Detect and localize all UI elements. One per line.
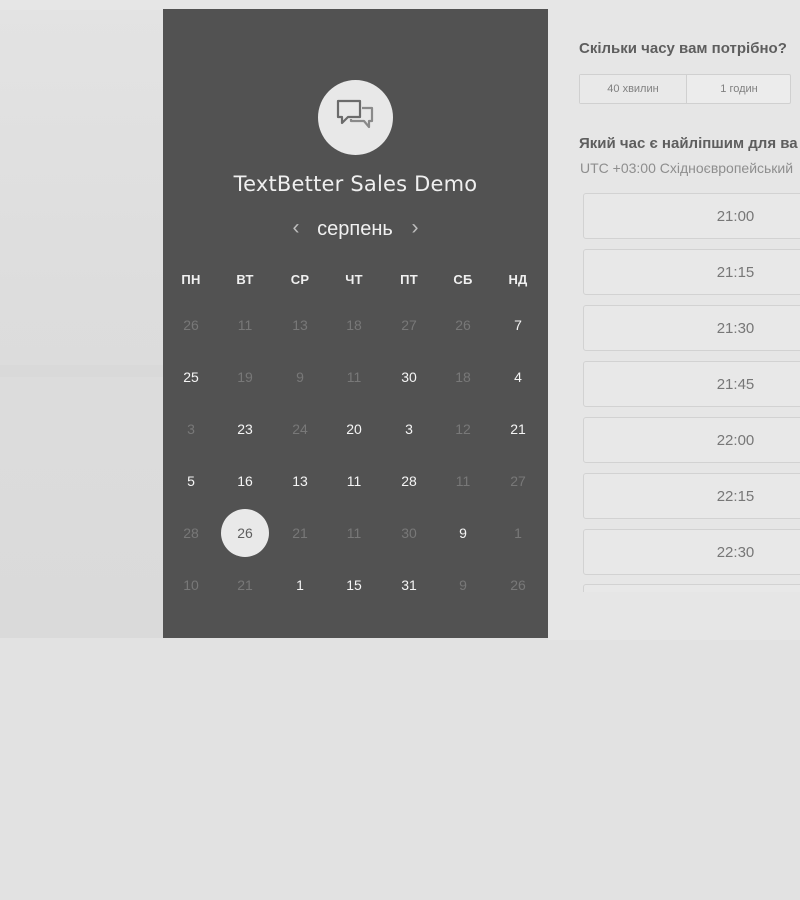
calendar-day: 27 <box>510 473 526 489</box>
calendar-day: 30 <box>401 525 417 541</box>
weekday-label: ПН <box>181 272 201 287</box>
calendar-day: 11 <box>455 473 471 489</box>
time-slot-list[interactable]: 21:00 21:15 21:30 21:45 22:00 22:15 22:3… <box>583 193 800 592</box>
time-slot-label: 22:00 <box>716 432 755 449</box>
current-month: серпень <box>317 218 393 240</box>
calendar-day-available[interactable]: 3 <box>384 404 434 454</box>
calendar-day-available[interactable]: 4 <box>493 352 543 402</box>
calendar-day: 24 <box>292 421 308 437</box>
duration-option-40-minutes[interactable]: 40 хвилин <box>580 75 687 103</box>
calendar-day: 21 <box>237 577 253 593</box>
calendar-day-available[interactable]: 11 <box>329 456 379 506</box>
calendar-day-available[interactable]: 13 <box>275 456 325 506</box>
duration-question: Скільки часу вам потрібно? <box>579 40 787 57</box>
calendar-day: 21 <box>292 525 308 541</box>
calendar-day-available[interactable]: 30 <box>384 352 434 402</box>
time-slot-button[interactable]: 22:00 <box>583 417 800 463</box>
page-lower-background <box>0 638 800 900</box>
calendar-day-available[interactable]: 23 <box>220 404 270 454</box>
calendar-day-available[interactable]: 21 <box>493 404 543 454</box>
chevron-right-icon[interactable]: › <box>405 215 425 243</box>
calendar-day-available[interactable]: 31 <box>384 560 434 610</box>
calendar-day: 26 <box>510 577 526 593</box>
calendar-day: 12 <box>455 421 471 437</box>
time-slot-label: 21:45 <box>716 376 755 393</box>
calendar-day: 13 <box>292 317 308 333</box>
time-slot-label: 21:30 <box>716 320 755 337</box>
weekday-label: ВТ <box>236 272 254 287</box>
calendar-day: 11 <box>346 525 362 541</box>
time-slot-button[interactable]: 21:45 <box>583 361 800 407</box>
weekday-header: ПН ВТ СР ЧТ ПТ СБ НД <box>166 272 549 292</box>
left-background <box>0 10 163 638</box>
calendar-day: 26 <box>183 317 199 333</box>
time-question: Який час є найліпшим для ва <box>579 135 798 152</box>
calendar-day: 19 <box>237 369 253 385</box>
duration-selector: 40 хвилин 1 годин <box>579 74 791 104</box>
time-slot-button[interactable]: 21:30 <box>583 305 800 351</box>
month-navigation: ‹ серпень › <box>163 215 548 243</box>
calendar-day-available[interactable]: 1 <box>275 560 325 610</box>
time-slot-button[interactable]: 21:15 <box>583 249 800 295</box>
duration-option-1-hour[interactable]: 1 годин <box>687 75 791 103</box>
calendar-day: 10 <box>183 577 199 593</box>
calendar-day: 9 <box>459 577 467 593</box>
chevron-left-icon[interactable]: ‹ <box>286 215 306 243</box>
time-slot-button-partial[interactable] <box>583 584 800 592</box>
left-divider <box>0 365 163 377</box>
calendar-day-available[interactable]: 7 <box>493 300 543 350</box>
weekday-label: СР <box>290 272 310 287</box>
calendar-day-selected[interactable]: 26 <box>221 509 269 557</box>
time-slot-label: 22:30 <box>716 544 755 561</box>
weekday-label: ЧТ <box>345 272 363 287</box>
calendar-day-available[interactable]: 25 <box>166 352 216 402</box>
time-slot-label: 22:15 <box>716 488 755 505</box>
calendar-day-available[interactable]: 9 <box>438 508 488 558</box>
booking-title: TextBetter Sales Demo <box>233 172 478 196</box>
weekday-label: НД <box>508 272 528 287</box>
calendar-day: 11 <box>237 317 253 333</box>
time-slot-label: 21:00 <box>716 208 755 225</box>
calendar-day-available[interactable]: 28 <box>384 456 434 506</box>
calendar-day: 27 <box>401 317 417 333</box>
time-slot-button[interactable]: 22:15 <box>583 473 800 519</box>
calendar-day-available[interactable]: 15 <box>329 560 379 610</box>
timezone-label[interactable]: UTC +03:00 Східноєвропейський <box>580 160 793 176</box>
calendar-day: 1 <box>514 525 522 541</box>
calendar-panel: TextBetter Sales Demo ‹ серпень › ПН ВТ … <box>163 9 548 638</box>
time-slot-button[interactable]: 22:30 <box>583 529 800 575</box>
scheduler-panel: Скільки часу вам потрібно? 40 хвилин 1 г… <box>548 0 800 640</box>
calendar-day: 3 <box>187 421 195 437</box>
calendar-day-available[interactable]: 16 <box>220 456 270 506</box>
calendar-day: 18 <box>346 317 362 333</box>
calendar-day: 28 <box>183 525 199 541</box>
booking-page: TextBetter Sales Demo ‹ серпень › ПН ВТ … <box>0 0 800 900</box>
calendar-day-available[interactable]: 5 <box>166 456 216 506</box>
calendar-day: 9 <box>296 369 304 385</box>
chat-bubbles-icon <box>336 99 374 129</box>
calendar-day-available[interactable]: 20 <box>329 404 379 454</box>
calendar-day: 26 <box>455 317 471 333</box>
calendar-grid: 26 11 13 18 27 26 7 25 19 9 11 30 18 4 3… <box>166 300 549 612</box>
time-slot-button[interactable]: 21:00 <box>583 193 800 239</box>
time-slot-label: 21:15 <box>716 264 755 281</box>
weekday-label: ПТ <box>400 272 418 287</box>
calendar-day: 18 <box>455 369 471 385</box>
calendar-day: 11 <box>346 369 362 385</box>
weekday-label: СБ <box>453 272 473 287</box>
avatar <box>318 80 393 155</box>
